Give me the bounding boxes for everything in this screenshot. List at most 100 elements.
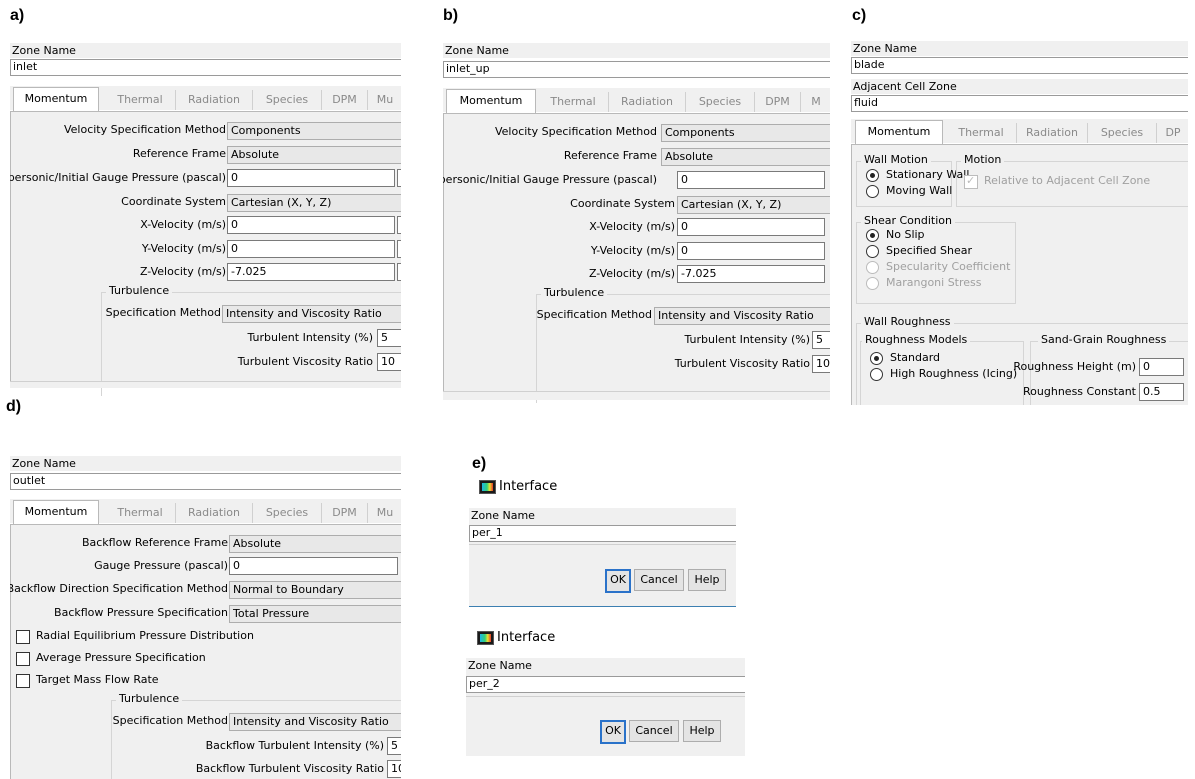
target-mass-flow-checkbox[interactable] — [16, 674, 30, 688]
x-velocity-input[interactable]: 0 — [677, 218, 825, 236]
interface-icon — [479, 480, 496, 494]
zone-name-field[interactable]: inlet_up — [443, 61, 830, 78]
y-velocity-label: Y-Velocity (m/s) — [590, 244, 675, 257]
turbulence-title: Turbulence — [541, 286, 608, 299]
tab-dpm[interactable]: DPM — [321, 90, 367, 110]
spec-method-label: Specification Method — [536, 308, 652, 321]
tab-thermal[interactable]: Thermal — [106, 503, 174, 523]
coord-system-dropdown[interactable]: Cartesian (X, Y, Z) — [227, 194, 401, 212]
relative-to-adjacent-checkbox[interactable] — [964, 174, 978, 189]
spec-method-dropdown[interactable]: Intensity and Viscosity Ratio — [229, 713, 401, 731]
high-roughness-radio[interactable] — [870, 368, 883, 381]
backflow-ref-frame-dropdown[interactable]: Absolute — [229, 535, 401, 553]
tab-radiation[interactable]: Radiation — [608, 92, 685, 112]
backflow-pressure-spec-dropdown[interactable]: Total Pressure — [229, 605, 401, 623]
turb-visc-ratio-input[interactable]: 10 — [377, 353, 401, 371]
no-slip-radio[interactable] — [866, 229, 879, 242]
moving-wall-radio[interactable] — [866, 185, 879, 198]
tab-species[interactable]: Species — [252, 503, 321, 523]
tab-momentum[interactable]: Momentum — [13, 500, 99, 525]
tab-multiphase[interactable]: M — [800, 92, 830, 112]
gauge-pressure-input[interactable]: 0 — [677, 171, 825, 189]
backflow-pressure-spec-label: Backflow Pressure Specification — [54, 606, 228, 619]
turb-visc-ratio-label: Turbulent Viscosity Ratio — [674, 357, 810, 370]
tab-radiation[interactable]: Radiation — [175, 90, 252, 110]
backflow-direction-dropdown[interactable]: Normal to Boundary — [229, 581, 401, 599]
turb-visc-ratio-input[interactable]: 10 — [812, 355, 830, 373]
tab-multiphase[interactable]: Mu — [367, 90, 401, 110]
ref-frame-dropdown[interactable]: Absolute — [227, 146, 401, 164]
backflow-turb-intensity-input[interactable]: 5 — [387, 737, 401, 755]
specularity-radio[interactable] — [866, 261, 879, 274]
tab-thermal[interactable]: Thermal — [539, 92, 607, 112]
adjacent-cell-zone-field[interactable]: fluid — [851, 95, 1188, 112]
x-velocity-input[interactable]: 0 — [227, 216, 395, 234]
zone-name-label: Zone Name — [466, 658, 745, 673]
panel-label-a: a) — [10, 7, 25, 24]
standard-radio[interactable] — [870, 352, 883, 365]
spec-method-dropdown[interactable]: Intensity and Viscosity Ratio — [222, 305, 401, 323]
tab-species[interactable]: Species — [1087, 123, 1156, 143]
radial-equilibrium-checkbox[interactable] — [16, 630, 30, 644]
turb-intensity-input[interactable]: 5 — [812, 331, 830, 349]
ref-frame-dropdown[interactable]: Absolute — [661, 148, 830, 166]
turbulence-title: Turbulence — [116, 692, 183, 705]
tab-momentum[interactable]: Momentum — [855, 120, 943, 145]
tab-radiation[interactable]: Radiation — [1016, 123, 1087, 143]
motion-title: Motion — [961, 153, 1005, 166]
tab-species[interactable]: Species — [252, 90, 321, 110]
backflow-turb-visc-input[interactable]: 10 — [387, 760, 401, 778]
y-velocity-unit-button[interactable] — [397, 240, 401, 258]
cancel-button[interactable]: Cancel — [629, 720, 679, 742]
y-velocity-input[interactable]: 0 — [677, 242, 825, 260]
zone-name-field[interactable]: per_1 — [469, 525, 736, 542]
specified-shear-label: Specified Shear — [886, 244, 972, 257]
tab-bar: Momentum Thermal Radiation Species DP — [851, 119, 1188, 145]
tab-momentum[interactable]: Momentum — [446, 89, 536, 114]
velocity-spec-dropdown[interactable]: Components — [661, 124, 830, 142]
y-velocity-input[interactable]: 0 — [227, 240, 395, 258]
tab-dpm[interactable]: DP — [1156, 123, 1188, 143]
tab-thermal[interactable]: Thermal — [106, 90, 174, 110]
coord-system-dropdown[interactable]: Cartesian (X, Y, Z) — [677, 196, 830, 214]
gauge-pressure-label: Supersonic/Initial Gauge Pressure (pasca… — [10, 171, 226, 184]
z-velocity-unit-button[interactable] — [397, 263, 401, 281]
gauge-pressure-input[interactable]: 0 — [229, 557, 398, 575]
tab-multiphase[interactable]: Mu — [367, 503, 401, 523]
zone-name-field[interactable]: blade — [851, 57, 1188, 74]
high-roughness-label: High Roughness (Icing) — [890, 367, 1018, 380]
gauge-pressure-unit-button[interactable] — [397, 169, 401, 187]
stationary-wall-radio[interactable] — [866, 169, 879, 182]
help-button[interactable]: Help — [683, 720, 721, 742]
turb-intensity-input[interactable]: 5 — [377, 329, 401, 347]
tab-thermal[interactable]: Thermal — [947, 123, 1015, 143]
spec-method-dropdown[interactable]: Intensity and Viscosity Ratio — [654, 307, 830, 325]
x-velocity-unit-button[interactable] — [397, 216, 401, 234]
average-pressure-checkbox[interactable] — [16, 652, 30, 666]
gauge-pressure-label: Gauge Pressure (pascal) — [94, 559, 228, 572]
roughness-height-input[interactable]: 0 — [1139, 358, 1184, 376]
cancel-button[interactable]: Cancel — [634, 569, 684, 591]
velocity-spec-dropdown[interactable]: Components — [227, 122, 401, 140]
tab-momentum[interactable]: Momentum — [13, 87, 99, 112]
zone-name-field[interactable]: outlet — [10, 473, 401, 490]
z-velocity-input[interactable]: -7.025 — [227, 263, 395, 281]
tab-dpm[interactable]: DPM — [321, 503, 367, 523]
spec-method-label: Specification Method — [112, 714, 228, 727]
tab-dpm[interactable]: DPM — [754, 92, 800, 112]
gauge-pressure-input[interactable]: 0 — [227, 169, 395, 187]
z-velocity-input[interactable]: -7.025 — [677, 265, 825, 283]
tab-species[interactable]: Species — [685, 92, 754, 112]
roughness-constant-input[interactable]: 0.5 — [1139, 383, 1184, 401]
ok-button[interactable]: OK — [605, 569, 631, 593]
zone-name-field[interactable]: per_2 — [466, 676, 745, 693]
tab-radiation[interactable]: Radiation — [175, 503, 252, 523]
ref-frame-label: Reference Frame — [563, 149, 657, 162]
marangoni-radio[interactable] — [866, 277, 879, 290]
specified-shear-radio[interactable] — [866, 245, 879, 258]
velocity-spec-label: Velocity Specification Method — [63, 123, 226, 136]
ok-button[interactable]: OK — [600, 720, 626, 744]
zone-name-field[interactable]: inlet — [10, 59, 401, 76]
divider — [466, 696, 745, 697]
help-button[interactable]: Help — [688, 569, 726, 591]
